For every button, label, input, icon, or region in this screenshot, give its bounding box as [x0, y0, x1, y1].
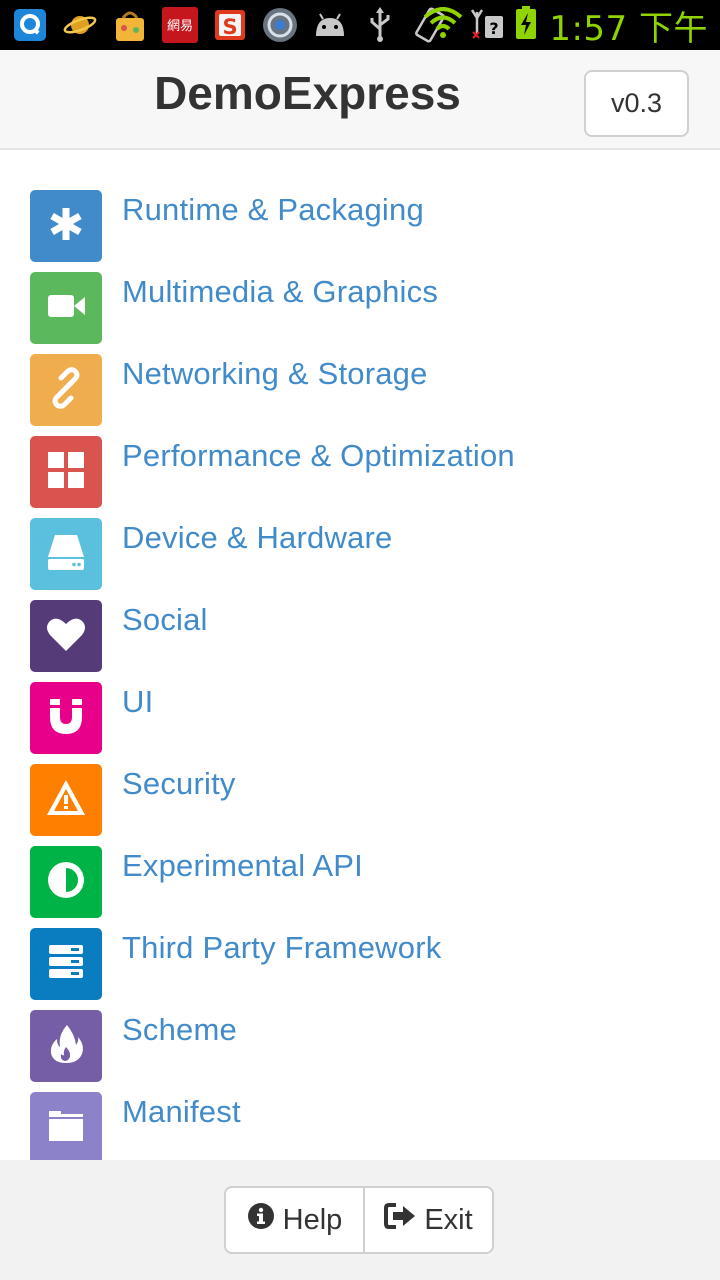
- hard-drive-icon: [45, 531, 87, 577]
- grid-icon: [45, 449, 87, 495]
- exit-label: Exit: [424, 1203, 473, 1236]
- status-bar: 網易 S ? 1:57 下午: [0, 0, 720, 50]
- list-item-label: Networking & Storage: [122, 356, 428, 391]
- sync-icon: [260, 5, 300, 45]
- list-item-social[interactable]: Social: [0, 600, 720, 682]
- footer-button-group: Help Exit: [224, 1186, 494, 1254]
- item-icon-tile: [30, 1092, 102, 1160]
- item-icon-tile: [30, 1010, 102, 1082]
- info-icon: [247, 1202, 275, 1238]
- item-icon-tile: [30, 436, 102, 508]
- item-icon-tile: [30, 682, 102, 754]
- server-icon: [45, 941, 87, 987]
- video-camera-icon: [45, 285, 87, 331]
- link-icon: [45, 367, 87, 413]
- usb-icon: [360, 5, 400, 45]
- list-item-device-hardware[interactable]: Device & Hardware: [0, 518, 720, 600]
- magnet-icon: [45, 695, 87, 741]
- list-item-networking-storage[interactable]: Networking & Storage: [0, 354, 720, 436]
- list-item-security[interactable]: Security: [0, 764, 720, 846]
- android-icon: [310, 5, 350, 45]
- list-item-performance-optimization[interactable]: Performance & Optimization: [0, 436, 720, 518]
- list-item-label: Social: [122, 602, 208, 637]
- netease-icon: 網易: [160, 5, 200, 45]
- list-item-runtime-packaging[interactable]: Runtime & Packaging: [0, 190, 720, 272]
- item-icon-tile: [30, 272, 102, 344]
- item-icon-tile: [30, 600, 102, 672]
- system-status: ? 1:57 下午: [423, 0, 708, 50]
- folder-icon: [45, 1105, 87, 1151]
- svg-text:網易: 網易: [167, 19, 193, 34]
- list-item-label: Runtime & Packaging: [122, 192, 424, 227]
- help-label: Help: [282, 1203, 343, 1236]
- exit-button[interactable]: Exit: [365, 1188, 492, 1252]
- list-item-label: Third Party Framework: [122, 930, 442, 965]
- list-item-label: UI: [122, 684, 154, 719]
- list-item-label: Manifest: [122, 1094, 241, 1129]
- heart-icon: [45, 613, 87, 659]
- shopping-bag-icon: [110, 5, 150, 45]
- list-item-scheme[interactable]: Scheme: [0, 1010, 720, 1092]
- qq-icon: [10, 5, 50, 45]
- footer-bar: Help Exit: [0, 1160, 720, 1280]
- item-icon-tile: [30, 928, 102, 1000]
- list-item-label: Scheme: [122, 1012, 237, 1047]
- list-item-experimental-api[interactable]: Experimental API: [0, 846, 720, 928]
- version-button[interactable]: v0.3: [584, 70, 689, 137]
- list-item-label: Security: [122, 766, 236, 801]
- item-icon-tile: [30, 190, 102, 262]
- app-header: DemoExpress v0.3: [0, 50, 720, 150]
- sign-out-icon: [384, 1202, 416, 1238]
- item-icon-tile: [30, 518, 102, 590]
- item-icon-tile: [30, 354, 102, 426]
- list-item-third-party-framework[interactable]: Third Party Framework: [0, 928, 720, 1010]
- item-icon-tile: [30, 846, 102, 918]
- clock: 1:57 下午: [549, 8, 708, 49]
- list-item-label: Device & Hardware: [122, 520, 393, 555]
- signal-icon: ?: [471, 6, 507, 44]
- svg-text:S: S: [222, 15, 237, 39]
- list-item-ui[interactable]: UI: [0, 682, 720, 764]
- warning-icon: [45, 777, 87, 823]
- help-button[interactable]: Help: [226, 1188, 365, 1252]
- list-item-label: Experimental API: [122, 848, 363, 883]
- app-title: DemoExpress: [154, 67, 461, 119]
- fire-icon: [45, 1023, 87, 1069]
- sogou-s-icon: S: [210, 5, 250, 45]
- category-list: Runtime & Packaging Multimedia & Graphic…: [0, 150, 720, 1160]
- svg-text:?: ?: [490, 19, 499, 38]
- list-item-label: Multimedia & Graphics: [122, 274, 439, 309]
- contrast-icon: [45, 859, 87, 905]
- asterisk-icon: [45, 203, 87, 249]
- planet-icon: [60, 5, 100, 45]
- list-item-label: Performance & Optimization: [122, 438, 515, 473]
- item-icon-tile: [30, 764, 102, 836]
- battery-icon: [515, 6, 537, 44]
- notification-icons: 網易 S: [0, 5, 450, 45]
- list-item-multimedia-graphics[interactable]: Multimedia & Graphics: [0, 272, 720, 354]
- wifi-icon: [423, 7, 463, 43]
- list-item-manifest[interactable]: Manifest: [0, 1092, 720, 1160]
